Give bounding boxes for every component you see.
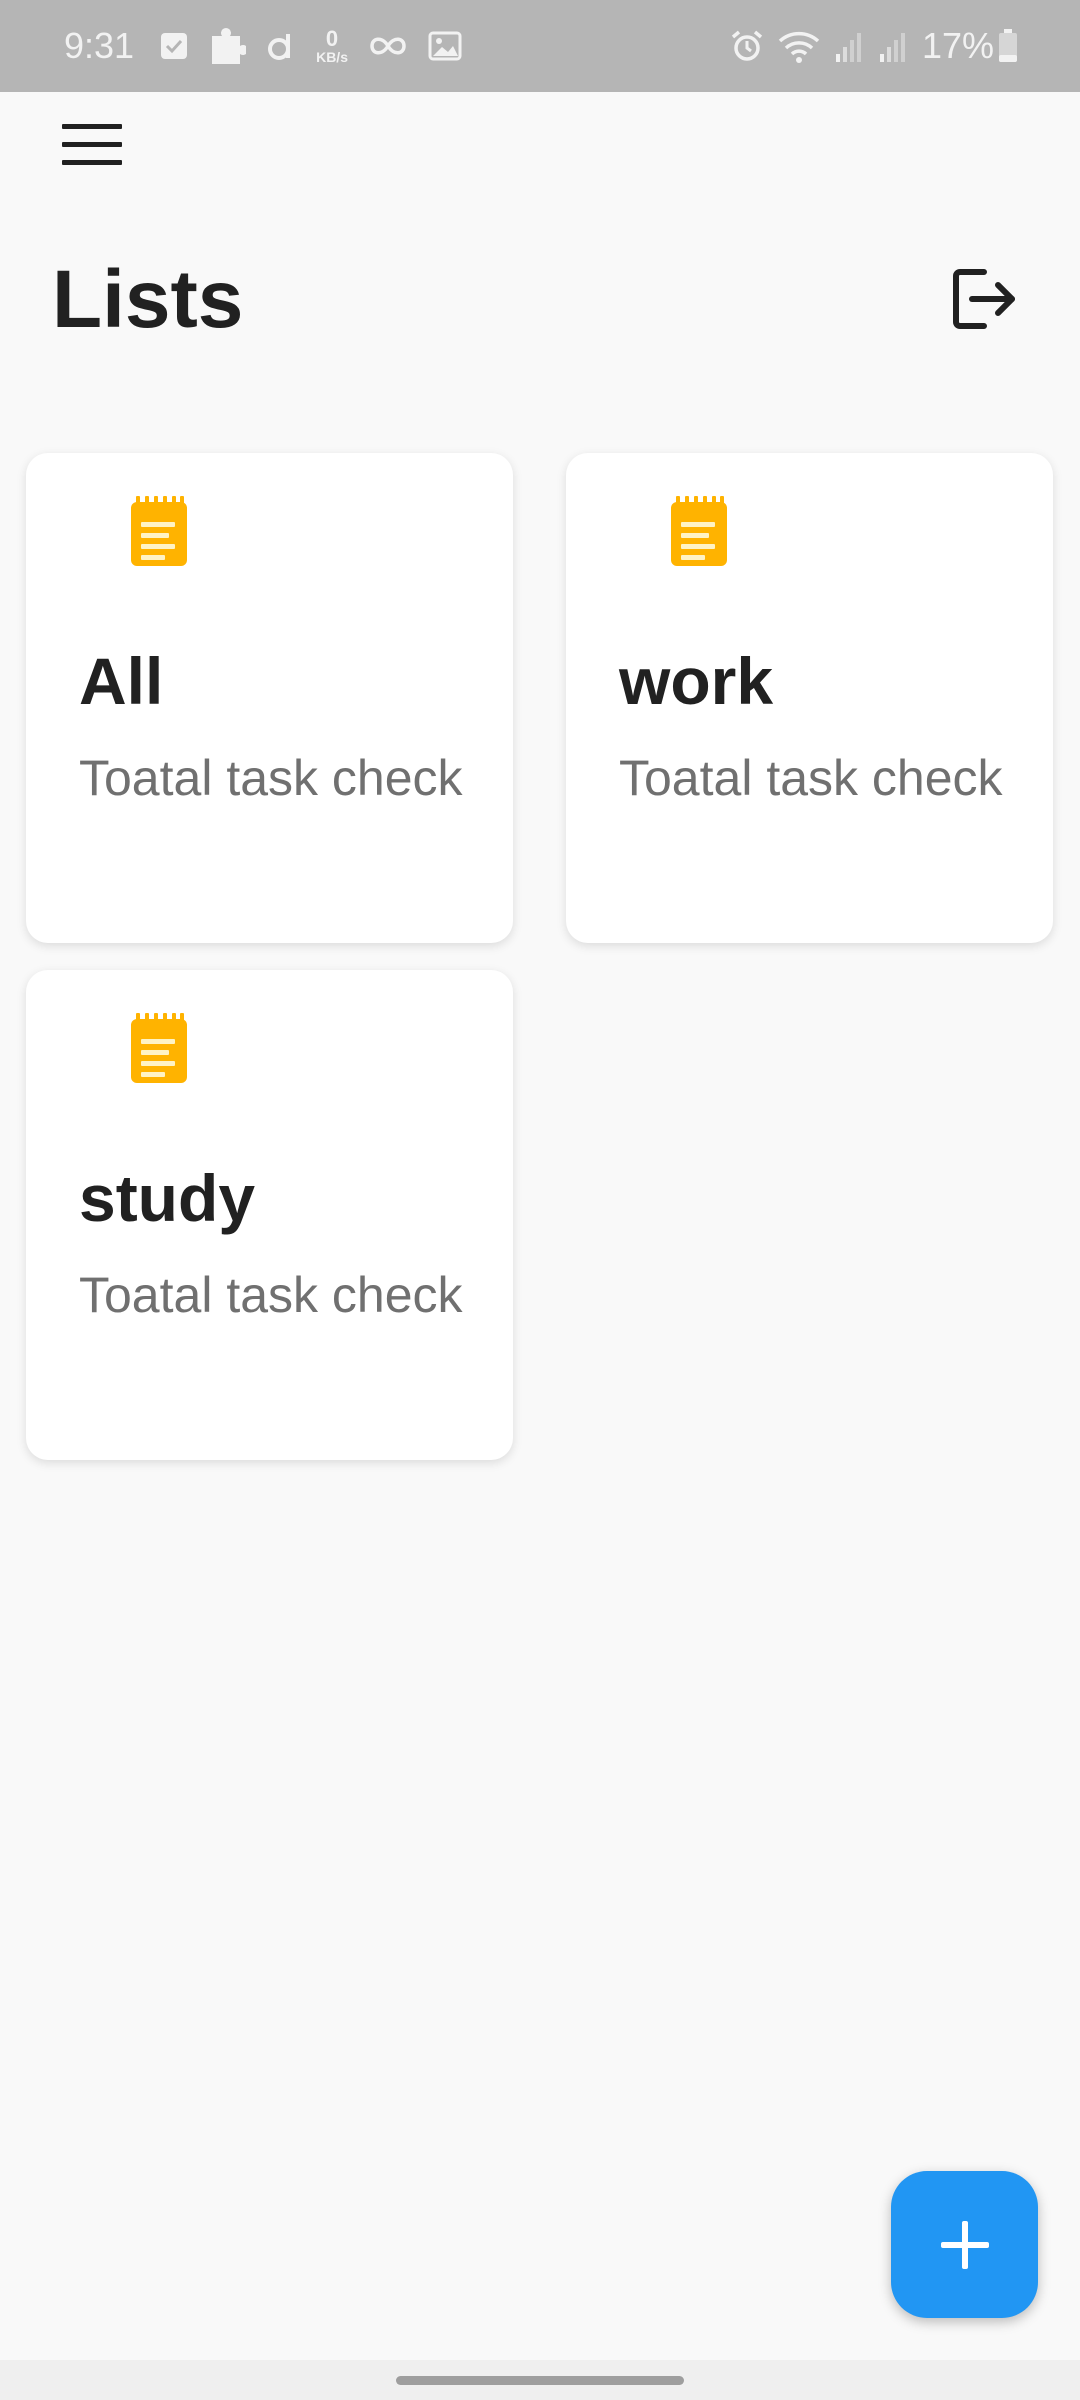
list-card-work[interactable]: work Toatal task check: [566, 453, 1053, 943]
page-title: Lists: [52, 254, 244, 345]
wifi-icon: [778, 29, 820, 63]
app-notification-icon: [266, 30, 296, 62]
status-time: 9:31: [64, 25, 135, 66]
network-speed-indicator: 0 KB/s: [316, 26, 348, 65]
logout-icon: [953, 269, 1015, 329]
list-card-title: study: [79, 1161, 256, 1235]
network-speed-unit: KB/s: [316, 49, 348, 65]
battery-percent: 17%: [921, 25, 994, 66]
status-left-group: 9:31 0 KB/s: [64, 0, 482, 92]
signal-icon-sim2: [878, 30, 908, 62]
puzzle-notification-icon: [208, 26, 247, 66]
list-card-subtitle: Toatal task check: [619, 750, 1003, 806]
logout-button[interactable]: [940, 254, 1030, 344]
add-list-button[interactable]: [891, 2171, 1038, 2318]
system-nav-bar: [0, 2360, 1080, 2400]
list-card-subtitle: Toatal task check: [79, 1267, 463, 1323]
alarm-icon: [730, 29, 764, 63]
home-gesture-handle[interactable]: [396, 2376, 684, 2385]
image-notification-icon: [428, 31, 462, 61]
list-card-all[interactable]: All Toatal task check: [26, 453, 513, 943]
list-card-title: All: [79, 644, 164, 718]
status-bar: 9:31 0 KB/s 17%: [0, 0, 1080, 92]
network-speed-value: 0: [325, 26, 339, 51]
notepad-icon: [131, 1013, 187, 1083]
status-right-group: 17%: [730, 0, 1018, 92]
list-card-study[interactable]: study Toatal task check: [26, 970, 513, 1460]
notepad-icon: [131, 496, 187, 566]
checkbox-notification-icon: [160, 32, 188, 60]
plus-icon: [940, 2220, 989, 2269]
infinity-icon: [368, 34, 408, 58]
signal-icon-sim1: [834, 30, 864, 62]
notepad-icon: [671, 496, 727, 566]
battery-icon: [998, 29, 1018, 63]
menu-button[interactable]: [42, 110, 142, 180]
list-card-title: work: [619, 644, 774, 718]
list-card-subtitle: Toatal task check: [79, 750, 463, 806]
hamburger-menu-icon: [62, 124, 122, 165]
